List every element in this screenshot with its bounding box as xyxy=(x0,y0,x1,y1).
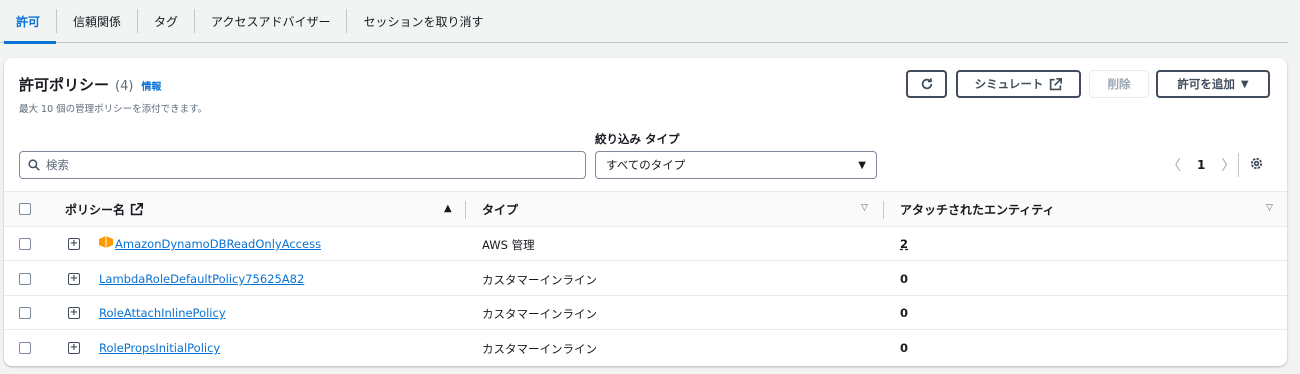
tab-revoke-sessions[interactable]: セッションを取り消す xyxy=(347,0,499,43)
policy-name-link[interactable]: RolePropsInitialPolicy xyxy=(99,341,220,355)
policy-name-link[interactable]: RoleAttachInlinePolicy xyxy=(99,306,226,320)
type-filter-value: すべてのタイプ xyxy=(606,158,686,172)
search-icon xyxy=(28,159,40,171)
row-checkbox[interactable] xyxy=(19,307,31,319)
external-link-icon xyxy=(1050,77,1063,90)
refresh-icon xyxy=(921,78,932,90)
info-link[interactable]: 情報 xyxy=(141,78,161,93)
attached-entities-count: 0 xyxy=(900,341,909,355)
row-checkbox[interactable] xyxy=(19,342,31,354)
expand-icon[interactable]: + xyxy=(68,273,80,285)
policy-type: カスタマーインライン xyxy=(482,307,597,321)
settings-gear-icon[interactable] xyxy=(1249,156,1264,174)
column-header-attached-entities[interactable]: アタッチされたエンティティ xyxy=(900,201,1055,218)
attached-entities-count: 0 xyxy=(900,306,909,320)
external-link-icon xyxy=(130,203,144,216)
column-label: ポリシー名 xyxy=(65,203,126,217)
column-label: タイプ xyxy=(482,203,519,217)
table-row: + AmazonDynamoDBReadOnlyAccess AWS 管理 2 xyxy=(4,227,1287,261)
policy-name-link[interactable]: AmazonDynamoDBReadOnlyAccess xyxy=(115,237,321,251)
sort-icon[interactable]: ▽ xyxy=(861,203,868,213)
column-header-type[interactable]: タイプ xyxy=(482,201,518,218)
add-permissions-button[interactable]: 許可を追加 ▼ xyxy=(1156,70,1270,98)
chevron-left-icon[interactable]: 〈 xyxy=(1167,155,1181,175)
column-divider xyxy=(465,201,466,219)
pagination: 〈 1 〉 xyxy=(1167,155,1235,175)
policy-name-link[interactable]: LambdaRoleDefaultPolicy75625A82 xyxy=(99,272,304,286)
type-filter-select[interactable]: すべてのタイプ ▼ xyxy=(595,151,877,179)
expand-icon[interactable]: + xyxy=(68,342,80,354)
tab-bar: 許可 信頼関係 タグ アクセスアドバイザー セッションを取り消す xyxy=(0,0,1288,44)
table-header: ポリシー名 ▲ タイプ ▽ アタッチされたエンティティ ▽ xyxy=(4,191,1287,227)
simulate-button-label: シミュレート xyxy=(974,77,1044,91)
simulate-button[interactable]: シミュレート xyxy=(956,70,1081,98)
search-input[interactable] xyxy=(46,158,546,172)
expand-icon[interactable]: + xyxy=(68,238,80,250)
panel-title: 許可ポリシー xyxy=(19,76,110,94)
permissions-policies-panel: 許可ポリシー (4) 情報 最大 10 個の管理ポリシーを添付できます。 シミュ… xyxy=(4,58,1287,366)
panel-header: 許可ポリシー (4) 情報 xyxy=(19,74,161,95)
table-row: + RoleAttachInlinePolicy カスタマーインライン 0 xyxy=(4,296,1287,330)
caret-down-icon: ▼ xyxy=(858,159,866,171)
expand-icon[interactable]: + xyxy=(68,307,80,319)
tab-access-advisor[interactable]: アクセスアドバイザー xyxy=(195,0,346,43)
row-checkbox[interactable] xyxy=(19,273,31,285)
sort-ascending-icon[interactable]: ▲ xyxy=(444,203,452,214)
column-header-policy-name[interactable]: ポリシー名 xyxy=(65,201,144,218)
column-label: アタッチされたエンティティ xyxy=(900,203,1055,217)
page-number[interactable]: 1 xyxy=(1197,158,1205,172)
select-all-checkbox[interactable] xyxy=(19,203,31,215)
policy-count: (4) xyxy=(115,79,134,94)
aws-managed-icon xyxy=(99,236,113,248)
tab-tags[interactable]: タグ xyxy=(138,0,194,43)
table-row: + RolePropsInitialPolicy カスタマーインライン 0 xyxy=(4,331,1287,365)
delete-button[interactable]: 削除 xyxy=(1089,70,1149,98)
add-permissions-label: 許可を追加 xyxy=(1177,77,1235,91)
policy-type: AWS 管理 xyxy=(482,238,535,252)
caret-down-icon: ▼ xyxy=(1240,78,1249,90)
filter-type-label: 絞り込み タイプ xyxy=(595,132,680,146)
panel-description: 最大 10 個の管理ポリシーを添付できます。 xyxy=(19,104,208,115)
refresh-button[interactable] xyxy=(906,70,947,98)
tab-permissions[interactable]: 許可 xyxy=(0,0,57,44)
sort-icon[interactable]: ▽ xyxy=(1266,203,1273,213)
attached-entities-count[interactable]: 2 xyxy=(900,237,908,251)
policy-type: カスタマーインライン xyxy=(482,342,597,356)
table-row: + LambdaRoleDefaultPolicy75625A82 カスタマーイ… xyxy=(4,262,1287,296)
policy-type: カスタマーインライン xyxy=(482,273,597,287)
attached-entities-count: 0 xyxy=(900,272,909,286)
chevron-right-icon[interactable]: 〉 xyxy=(1221,155,1235,175)
row-checkbox[interactable] xyxy=(19,238,31,250)
tab-trust-relationships[interactable]: 信頼関係 xyxy=(57,0,137,43)
pager-divider xyxy=(1238,153,1239,177)
column-divider xyxy=(883,201,884,219)
search-box[interactable] xyxy=(19,151,586,179)
